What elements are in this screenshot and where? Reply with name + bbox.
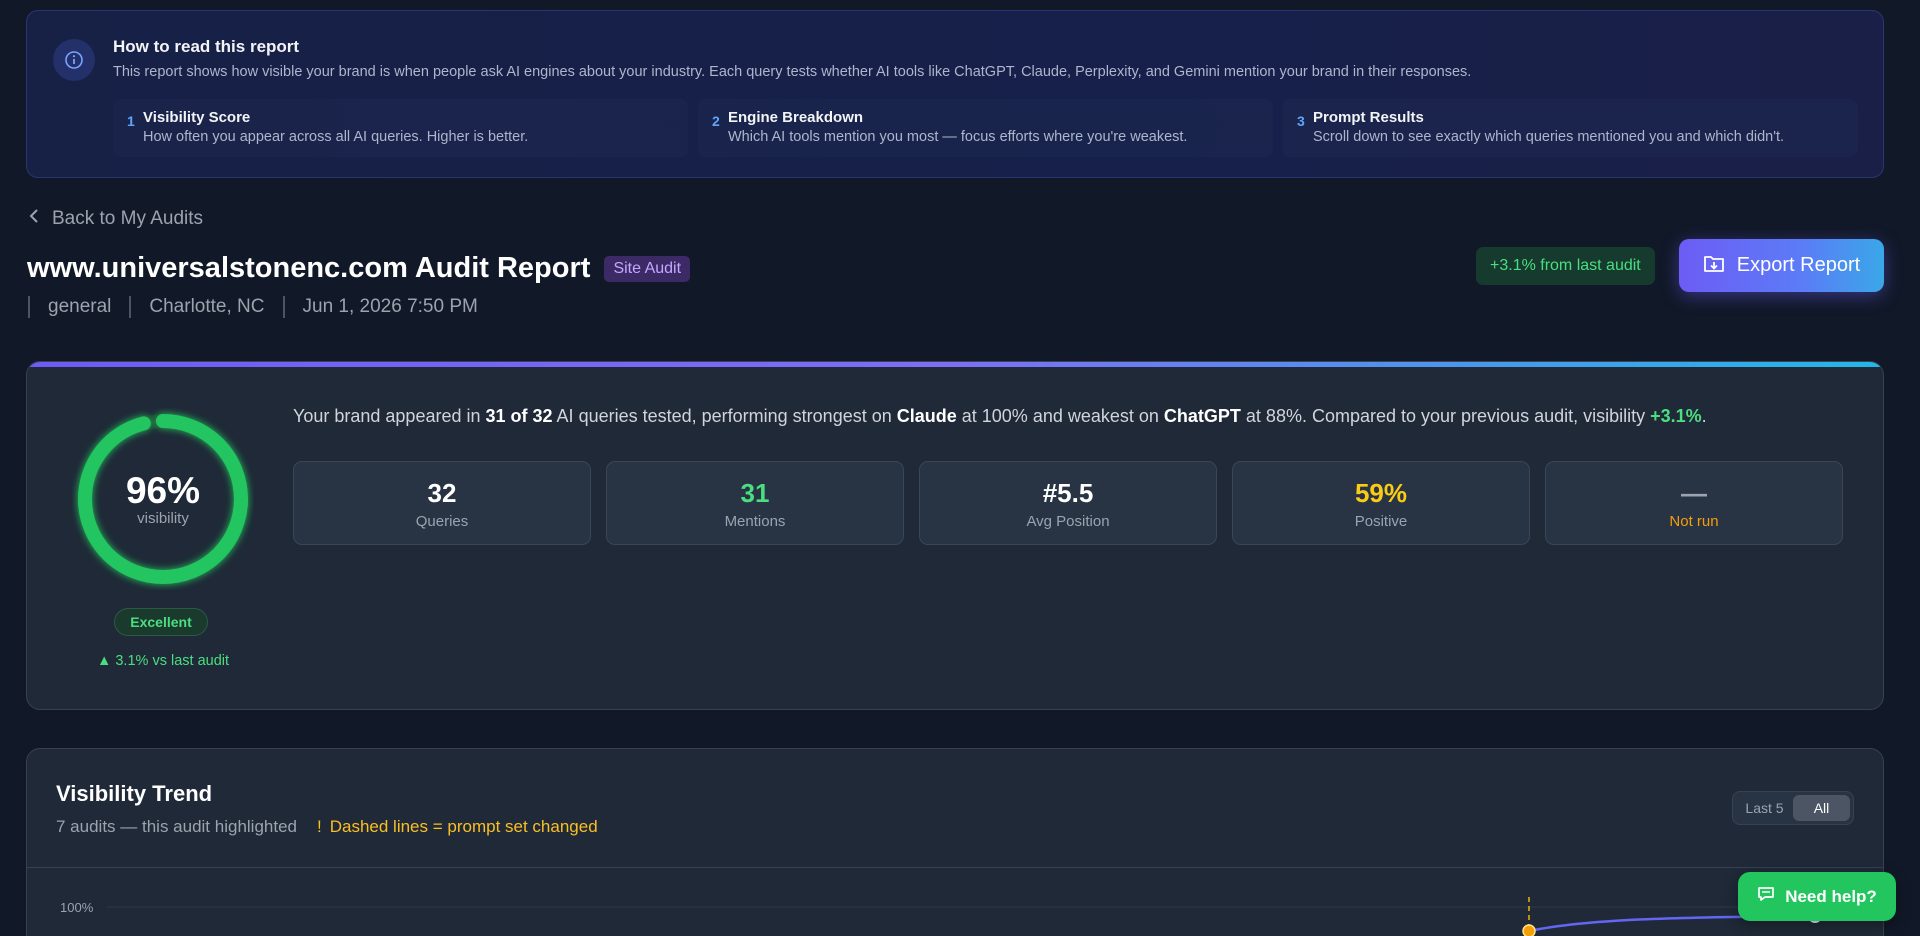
stat-positive: 59% Positive (1232, 461, 1530, 545)
queries-mentioned: 31 of 32 (485, 406, 553, 426)
back-to-audits-link[interactable]: Back to My Audits (28, 208, 203, 230)
warning-icon: ! (317, 817, 322, 836)
step-number: 2 (712, 113, 720, 129)
stat-label: Avg Position (1026, 513, 1110, 530)
stat-value: 32 (427, 478, 457, 508)
trend-range-toggle: Last 5 All (1732, 791, 1854, 825)
guide-step-visibility-score: 1 Visibility Score How often you appear … (113, 99, 688, 157)
stat-value: 59% (1354, 478, 1408, 508)
step-title: Visibility Score (143, 109, 251, 126)
summary-text-part: AI queries tested, performing strongest … (552, 406, 897, 426)
prompt-change-text: Dashed lines = prompt set changed (329, 817, 598, 836)
visibility-trend-card: Visibility Trend 7 audits — this audit h… (26, 748, 1884, 936)
step-title: Prompt Results (1313, 109, 1424, 126)
back-link-label: Back to My Audits (52, 208, 204, 229)
stat-label: Positive (1354, 513, 1408, 530)
info-icon (53, 39, 95, 81)
stat-value: 31 (740, 478, 770, 508)
report-guide-banner: How to read this report This report show… (26, 10, 1884, 178)
step-title: Engine Breakdown (728, 109, 864, 126)
report-meta: general Charlotte, NC Jun 1, 2026 7:50 P… (28, 296, 478, 318)
banner-description: This report shows how visible your brand… (113, 64, 1472, 80)
meta-date: Jun 1, 2026 7:50 PM (302, 296, 478, 317)
trend-point[interactable] (1522, 924, 1536, 936)
step-number: 1 (127, 113, 135, 129)
stat-label: Mentions (724, 513, 786, 530)
export-report-button[interactable]: Export Report (1679, 239, 1884, 292)
page-title: www.universalstonenc.com Audit Report (27, 252, 591, 284)
delta-from-last-badge: +3.1% from last audit (1476, 247, 1655, 285)
weakest-engine: ChatGPT (1163, 406, 1241, 426)
help-label: Need help? (1785, 886, 1877, 906)
summary-text-part: at 88%. Compared to your previous audit,… (1240, 406, 1651, 426)
stat-value: #5.5 (1042, 478, 1094, 508)
toggle-last-5[interactable]: Last 5 (1736, 795, 1793, 821)
need-help-button[interactable]: Need help? (1738, 872, 1896, 921)
meta-category: general (48, 296, 112, 317)
step-number: 3 (1297, 113, 1305, 129)
strongest-engine: Claude (896, 406, 957, 426)
stat-mentions: 31 Mentions (606, 461, 904, 545)
toggle-all[interactable]: All (1793, 795, 1850, 821)
summary-text-part: Your brand appeared in (293, 406, 486, 426)
visibility-percent: 96% (125, 470, 201, 511)
folder-download-icon (1703, 253, 1725, 279)
stat-value: — (1681, 478, 1707, 508)
meta-divider (28, 296, 30, 318)
visibility-summary-card: 96% visibility Excellent ▲ 3.1% vs last … (26, 361, 1884, 710)
stat-queries: 32 Queries (293, 461, 591, 545)
trend-chart (107, 897, 1857, 936)
banner-title: How to read this report (113, 37, 300, 56)
guide-steps: 1 Visibility Score How often you appear … (113, 99, 1858, 157)
chat-icon (1757, 885, 1775, 908)
prompt-change-note: ! Dashed lines = prompt set changed (317, 817, 598, 837)
stat-avg-position: #5.5 Avg Position (919, 461, 1217, 545)
step-description: Scroll down to see exactly which queries… (1313, 129, 1785, 145)
stat-label: Not run (1669, 513, 1719, 530)
report-title-row: www.universalstonenc.com Audit Report Si… (27, 252, 691, 285)
stat-not-run: — Not run (1545, 461, 1843, 545)
audit-type-badge: Site Audit (604, 255, 691, 282)
summary-text-part: at 100% and weakest on (956, 406, 1164, 426)
meta-divider (282, 296, 285, 318)
trend-title: Visibility Trend (56, 781, 213, 806)
meta-divider (129, 296, 132, 318)
export-label: Export Report (1736, 254, 1861, 276)
meta-location: Charlotte, NC (149, 296, 265, 317)
summary-sentence: Your brand appeared in 31 of 32 AI queri… (293, 406, 1707, 427)
trend-subtitle-row: 7 audits — this audit highlighted ! Dash… (56, 817, 598, 837)
guide-step-prompt-results: 3 Prompt Results Scroll down to see exac… (1283, 99, 1858, 157)
trend-subtitle: 7 audits — this audit highlighted (56, 817, 297, 836)
step-description: How often you appear across all AI queri… (143, 129, 529, 145)
visibility-delta: +3.1% (1650, 406, 1702, 426)
visibility-label: visibility (137, 510, 189, 527)
vs-last-audit: ▲ 3.1% vs last audit (96, 653, 230, 669)
guide-step-engine-breakdown: 2 Engine Breakdown Which AI tools mentio… (698, 99, 1273, 157)
divider (27, 867, 1883, 868)
stats-row: 32 Queries 31 Mentions #5.5 Avg Position… (293, 461, 1843, 545)
chevron-left-icon (28, 208, 40, 230)
summary-text-part: . (1701, 406, 1707, 426)
step-description: Which AI tools mention you most — focus … (728, 129, 1188, 145)
grade-badge: Excellent (114, 608, 208, 636)
stat-label: Queries (415, 513, 469, 530)
